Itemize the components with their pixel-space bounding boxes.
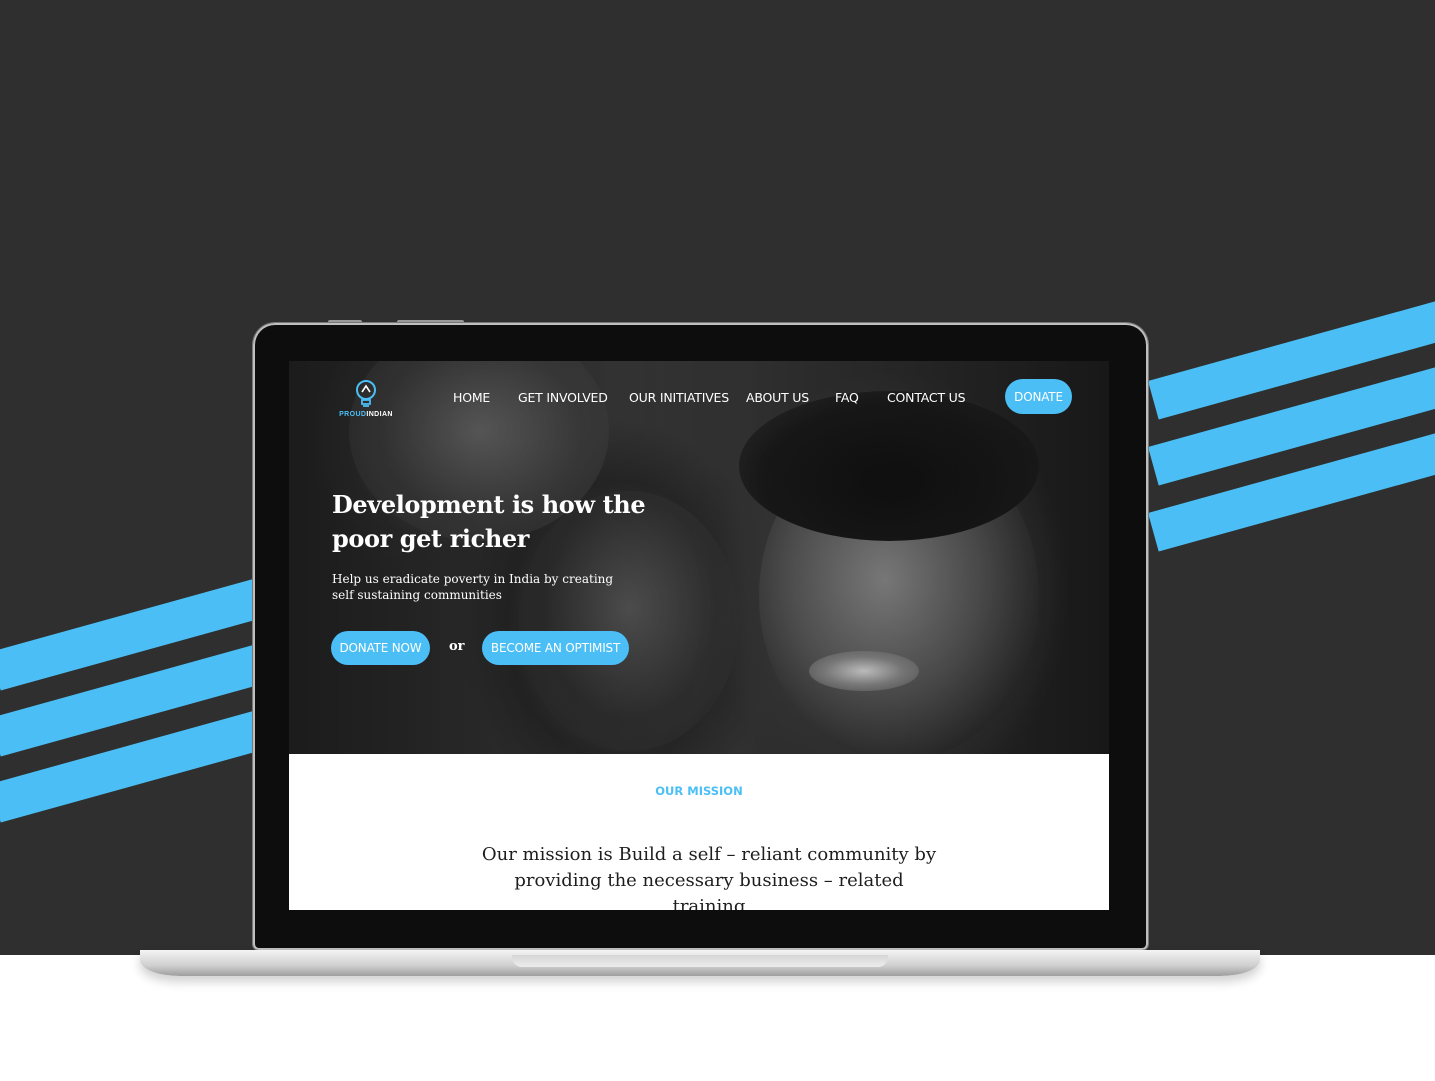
hero-photo-smile [809, 651, 919, 691]
mission-text: Our mission is Build a self – reliant co… [481, 844, 937, 910]
hero-subtitle: Help us eradicate poverty in India by cr… [332, 572, 614, 602]
lightbulb-icon [356, 380, 376, 407]
cta-or-text: or [449, 639, 465, 654]
laptop-notch [512, 955, 888, 967]
hero-photo-face-right [759, 431, 1039, 754]
logo-wordmark: PROUDINDIAN [333, 411, 399, 418]
hero-photo-hair [739, 391, 1039, 541]
logo-word-1: PROUD [339, 411, 367, 418]
nav-item-our-initiatives[interactable]: OUR INITIATIVES [629, 390, 729, 405]
nav-item-faq[interactable]: FAQ [835, 390, 859, 405]
logo-word-2: INDIAN [366, 411, 393, 418]
hero-title: Development is how the poor get richer [332, 490, 646, 553]
nav-item-about-us[interactable]: ABOUT US [746, 390, 809, 405]
nav-item-contact-us[interactable]: CONTACT US [887, 390, 966, 405]
nav-item-get-involved[interactable]: GET INVOLVED [518, 390, 608, 405]
site-logo[interactable]: PROUDINDIAN [333, 379, 399, 418]
hero-section [289, 361, 1109, 754]
nav-item-home[interactable]: HOME [453, 390, 490, 405]
donate-button[interactable]: DONATE [1005, 379, 1072, 414]
laptop-screen: PROUDINDIAN HOME GET INVOLVED OUR INITIA… [289, 361, 1109, 910]
become-optimist-button[interactable]: BECOME AN OPTIMIST [482, 631, 629, 665]
donate-now-button[interactable]: DONATE NOW [331, 631, 430, 665]
mission-label: OUR MISSION [655, 784, 743, 798]
